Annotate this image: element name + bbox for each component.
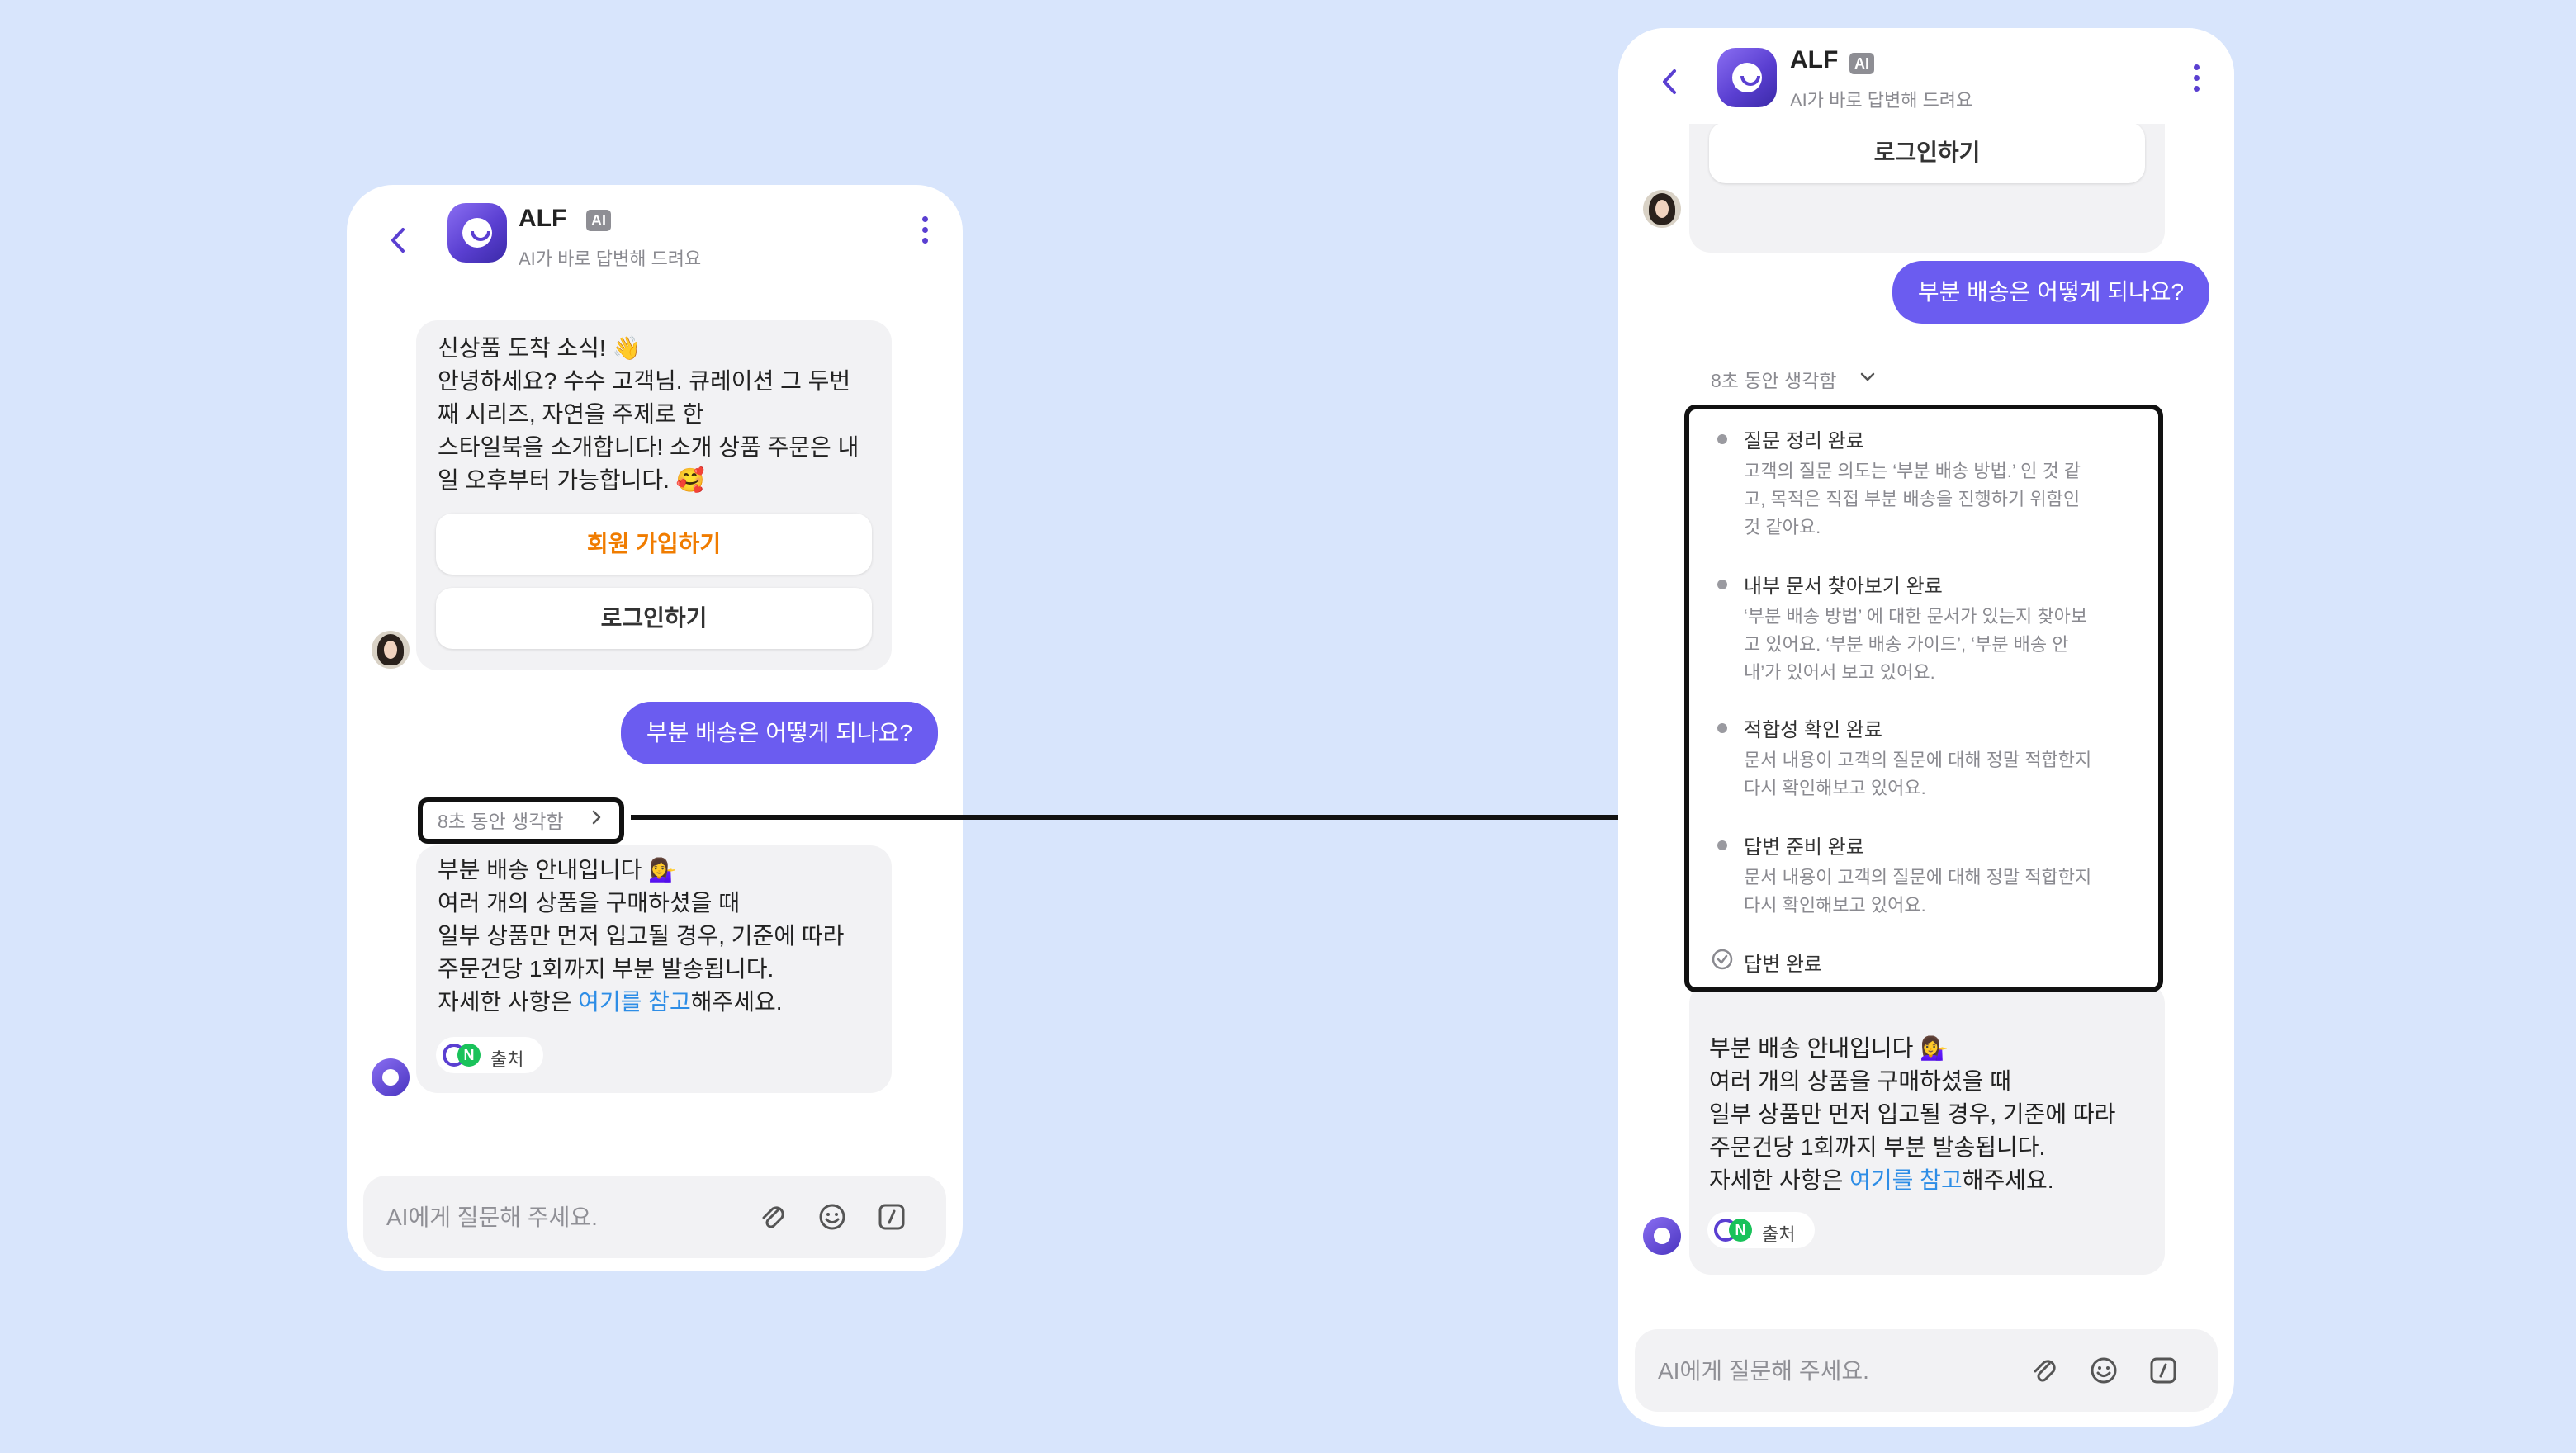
step-body: 고객의 질문 의도는 ‘부분 배송 방법.’ 인 것 같 고, 목적은 직접 부… [1744,461,2081,537]
header-subtitle: AI가 바로 답변해 드려요 [519,248,702,269]
step-dot-icon [1717,434,1727,444]
login-button[interactable]: 로그인하기 [436,588,872,649]
alf-logo [1717,48,1777,107]
answer-text: 부분 배송 안내입니다 💁‍♀️ 여러 개의 상품을 구매하셨을 때 일부 상품… [438,857,845,982]
message-composer [363,1176,946,1260]
bot-avatar [1643,1217,1681,1255]
answer-bubble: 부분 배송 안내입니다 💁‍♀️ 여러 개의 상품을 구매하셨을 때 일부 상품… [1689,982,2165,1275]
attachment-icon[interactable] [2028,1354,2061,1387]
step-dot-icon [1717,580,1727,589]
back-chevron-icon[interactable] [378,220,419,261]
step-body: 문서 내용이 고객의 질문에 대해 정말 적합한지 다시 확인해보고 있어요. [1744,867,2092,916]
emoji-icon[interactable] [2087,1354,2120,1387]
reference-link[interactable]: 여기를 참고 [1849,1167,1963,1193]
reference-link[interactable]: 여기를 참고 [578,989,691,1015]
answer-bubble: 부분 배송 안내입니다 💁‍♀️ 여러 개의 상품을 구매하셨을 때 일부 상품… [416,845,892,1093]
more-vertical-icon[interactable] [920,216,930,249]
chat-header: ALF AI AI가 바로 답변해 드려요 [1618,28,2234,124]
ai-badge: AI [586,210,611,231]
step-dot-icon [1717,723,1727,733]
welcome-message-bubble: 신상품 도착 소식! 👋 안녕하세요? 수수 고객님. 큐레이션 그 두번 째 … [416,320,892,670]
thought-toggle-label[interactable]: 8초 동안 생각함 [1711,365,1837,393]
brand-name: ALF [1790,46,1839,73]
source-chip[interactable]: N 출처 [436,1037,543,1073]
attachment-icon[interactable] [756,1200,789,1233]
message-input[interactable] [1656,1329,2023,1413]
user-message-bubble: 부분 배송은 어떻게 되나요? [621,702,938,764]
step-body: ‘부분 배송 방법’ 에 대한 문서가 있는지 찾아보 고 있어요. ‘부분 배… [1744,606,2088,683]
message-composer [1635,1329,2218,1413]
step-title: 적합성 확인 완료 [1744,719,1882,741]
ai-badge: AI [1849,53,1874,74]
agent-avatar [1643,190,1681,228]
answer-link-line: 자세한 사항은 여기를 참고해주세요. [438,989,783,1015]
naver-logo-icon: N [1729,1219,1752,1242]
alf-logo [447,203,507,263]
signup-button[interactable]: 회원 가입하기 [436,514,872,575]
welcome-message-text: 신상품 도착 소식! 👋 안녕하세요? 수수 고객님. 큐레이션 그 두번 째 … [438,335,859,493]
more-vertical-icon[interactable] [2191,64,2201,97]
welcome-message-bubble: 로그인하기 [1689,107,2165,253]
answer-link-line: 자세한 사항은 여기를 참고해주세요. [1709,1167,2054,1193]
check-circle-icon [1712,949,1733,970]
chevron-down-icon[interactable] [1858,367,1878,386]
agent-avatar [372,631,410,669]
login-button[interactable]: 로그인하기 [1709,122,2145,183]
thinking-steps-panel: 질문 정리 완료 고객의 질문 의도는 ‘부분 배송 방법.’ 인 것 같 고,… [1684,405,2163,992]
message-input[interactable] [385,1176,751,1260]
answer-text: 부분 배송 안내입니다 💁‍♀️ 여러 개의 상품을 구매하셨을 때 일부 상품… [1709,1035,2116,1160]
bot-avatar [372,1058,410,1096]
source-chip[interactable]: N 출처 [1707,1212,1815,1248]
step-title: 답변 완료 [1744,954,1822,976]
header-subtitle: AI가 바로 답변해 드려요 [1790,90,1973,111]
slash-command-icon[interactable] [875,1200,908,1233]
chat-panel-collapsed: ALF AI AI가 바로 답변해 드려요 신상품 도착 소식! 👋 안녕하세요… [347,185,963,1271]
slash-command-icon[interactable] [2147,1354,2180,1387]
thought-toggle-highlight [418,797,624,844]
naver-logo-icon: N [457,1044,481,1067]
emoji-icon[interactable] [816,1200,849,1233]
step-title: 답변 준비 완료 [1744,836,1864,859]
chat-header: ALF AI AI가 바로 답변해 드려요 [347,185,963,317]
step-title: 내부 문서 찾아보기 완료 [1744,575,1943,598]
back-chevron-icon[interactable] [1650,61,1691,102]
step-title: 질문 정리 완료 [1744,430,1864,452]
step-dot-icon [1717,840,1727,850]
arrow-right-icon [631,795,1679,840]
user-message-bubble: 부분 배송은 어떻게 되나요? [1892,261,2209,324]
brand-name: ALF [519,205,567,232]
step-body: 문서 내용이 고객의 질문에 대해 정말 적합한지 다시 확인해보고 있어요. [1744,750,2092,798]
